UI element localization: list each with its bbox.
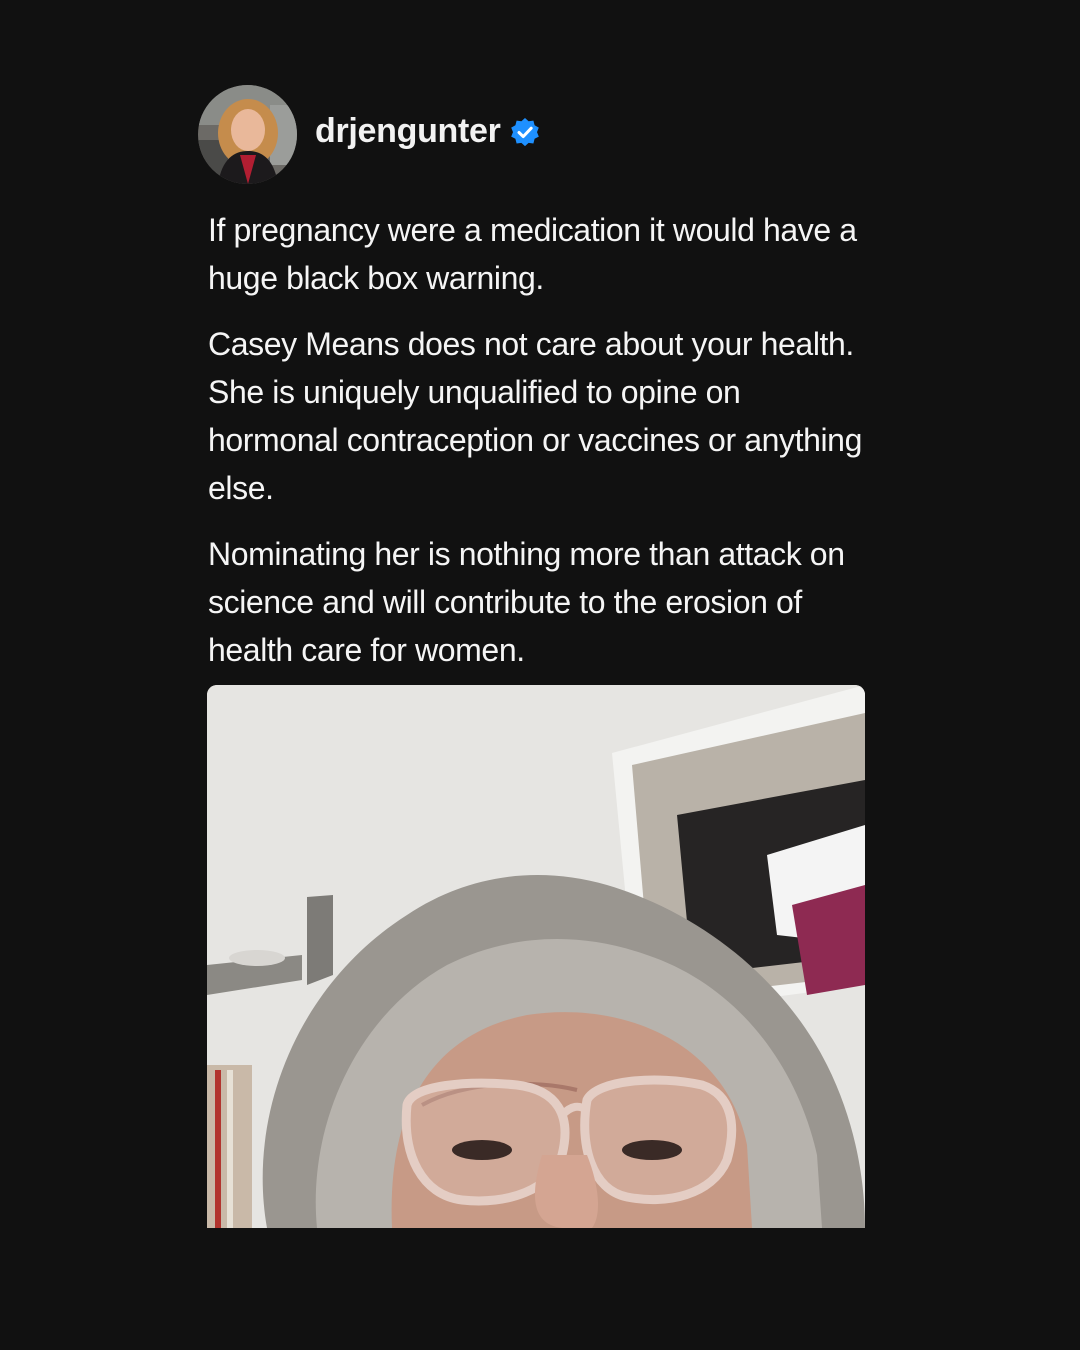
caption-paragraph: Nominating her is nothing more than atta… xyxy=(208,536,845,668)
username[interactable]: drjengunter xyxy=(315,112,501,151)
video-thumbnail[interactable] xyxy=(207,685,865,1228)
caption-paragraph: If pregnancy were a medication it would … xyxy=(208,212,857,296)
post-card: drjengunter If pregnancy were a medicati… xyxy=(198,85,878,692)
post-caption: If pregnancy were a medication it would … xyxy=(208,206,868,674)
post-header: drjengunter xyxy=(198,85,878,184)
caption-paragraph: Casey Means does not care about your hea… xyxy=(208,326,862,506)
verified-badge-icon xyxy=(509,117,541,149)
avatar[interactable] xyxy=(198,85,297,184)
video-frame-image xyxy=(207,685,865,1228)
avatar-image xyxy=(198,85,297,184)
